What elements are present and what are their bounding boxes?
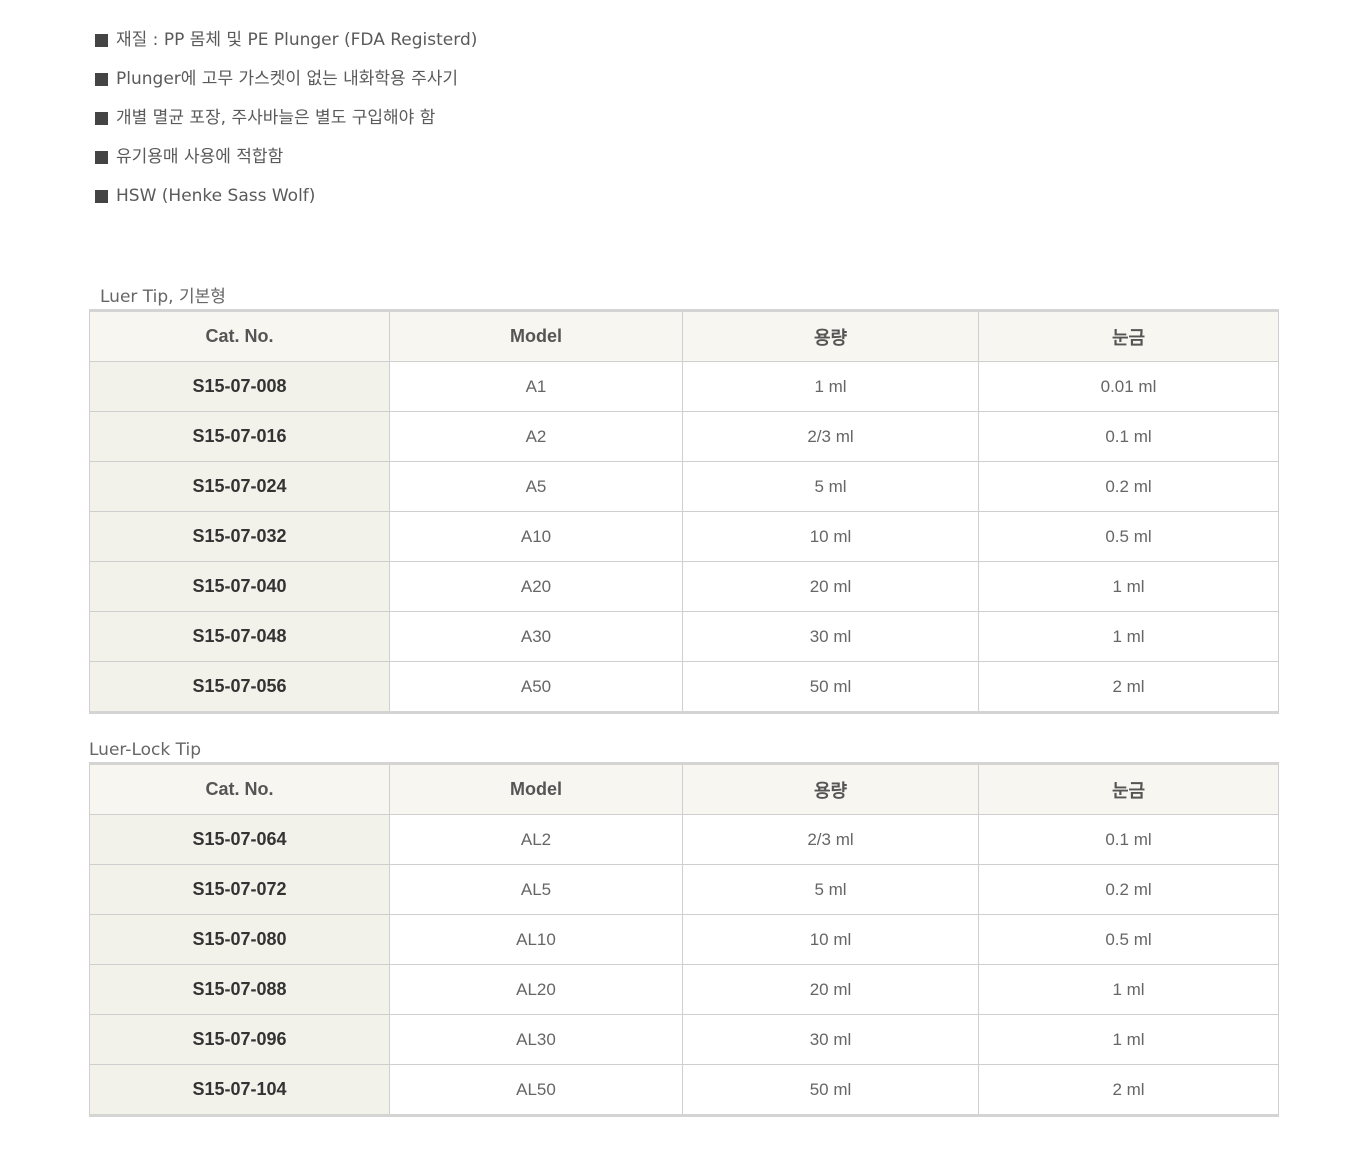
graduation-cell: 2 ml (978, 1064, 1279, 1116)
cat-no-cell: S15-07-080 (89, 914, 390, 965)
graduation-cell: 2 ml (978, 661, 1279, 713)
capacity-cell: 30 ml (682, 1014, 979, 1065)
header-cat-no: Cat. No. (89, 763, 390, 815)
header-model: Model (389, 310, 683, 362)
cat-no-cell: S15-07-096 (89, 1014, 390, 1065)
graduation-cell: 1 ml (978, 611, 1279, 662)
feature-text: HSW (Henke Sass Wolf) (116, 186, 316, 206)
table-row: S15-07-024 A5 5 ml 0.2 ml (89, 461, 1279, 512)
graduation-cell: 1 ml (978, 1014, 1279, 1065)
header-capacity: 용량 (682, 310, 979, 362)
model-cell: A1 (389, 361, 683, 412)
table-row: S15-07-016 A2 2/3 ml 0.1 ml (89, 411, 1279, 462)
graduation-cell: 1 ml (978, 964, 1279, 1015)
table-row: S15-07-040 A20 20 ml 1 ml (89, 561, 1279, 612)
capacity-cell: 5 ml (682, 864, 979, 915)
cat-no-cell: S15-07-016 (89, 411, 390, 462)
luer-tip-table: Cat. No. Model 용량 눈금 S15-07-008 A1 1 ml … (89, 309, 1279, 714)
capacity-cell: 10 ml (682, 511, 979, 562)
capacity-cell: 1 ml (682, 361, 979, 412)
square-bullet-icon (95, 34, 108, 47)
feature-text: Plunger에 고무 가스켓이 없는 내화학용 주사기 (116, 69, 459, 89)
capacity-cell: 50 ml (682, 1064, 979, 1116)
table-row: S15-07-032 A10 10 ml 0.5 ml (89, 511, 1279, 562)
table-row: S15-07-080 AL10 10 ml 0.5 ml (89, 914, 1279, 965)
cat-no-cell: S15-07-008 (89, 361, 390, 412)
graduation-cell: 0.1 ml (978, 814, 1279, 865)
square-bullet-icon (95, 73, 108, 86)
feature-text: 개별 멸균 포장, 주사바늘은 별도 구입해야 함 (116, 108, 436, 128)
capacity-cell: 20 ml (682, 561, 979, 612)
capacity-cell: 30 ml (682, 611, 979, 662)
model-cell: AL2 (389, 814, 683, 865)
model-cell: AL20 (389, 964, 683, 1015)
cat-no-cell: S15-07-072 (89, 864, 390, 915)
table-header-row: Cat. No. Model 용량 눈금 (89, 310, 1279, 362)
table-row: S15-07-048 A30 30 ml 1 ml (89, 611, 1279, 662)
graduation-cell: 0.1 ml (978, 411, 1279, 462)
luer-lock-tip-table: Cat. No. Model 용량 눈금 S15-07-064 AL2 2/3 … (89, 762, 1279, 1117)
graduation-cell: 0.2 ml (978, 461, 1279, 512)
cat-no-cell: S15-07-064 (89, 814, 390, 865)
feature-item: Plunger에 고무 가스켓이 없는 내화학용 주사기 (95, 65, 477, 104)
table-row: S15-07-008 A1 1 ml 0.01 ml (89, 361, 1279, 412)
table-header-row: Cat. No. Model 용량 눈금 (89, 763, 1279, 815)
cat-no-cell: S15-07-088 (89, 964, 390, 1015)
cat-no-cell: S15-07-048 (89, 611, 390, 662)
graduation-cell: 0.01 ml (978, 361, 1279, 412)
cat-no-cell: S15-07-040 (89, 561, 390, 612)
feature-text: 유기용매 사용에 적합함 (116, 147, 284, 167)
table-title-luer-tip: Luer Tip, 기본형 (100, 287, 226, 307)
graduation-cell: 1 ml (978, 561, 1279, 612)
header-graduation: 눈금 (978, 310, 1279, 362)
square-bullet-icon (95, 151, 108, 164)
feature-item: 유기용매 사용에 적합함 (95, 143, 477, 182)
table-row: S15-07-072 AL5 5 ml 0.2 ml (89, 864, 1279, 915)
model-cell: A20 (389, 561, 683, 612)
feature-list: 재질 : PP 몸체 및 PE Plunger (FDA Registerd) … (95, 26, 477, 221)
capacity-cell: 2/3 ml (682, 814, 979, 865)
graduation-cell: 0.5 ml (978, 511, 1279, 562)
feature-text: 재질 : PP 몸체 및 PE Plunger (FDA Registerd) (116, 30, 478, 50)
model-cell: A30 (389, 611, 683, 662)
header-graduation: 눈금 (978, 763, 1279, 815)
capacity-cell: 50 ml (682, 661, 979, 713)
table-row: S15-07-056 A50 50 ml 2 ml (89, 661, 1279, 713)
table-row: S15-07-096 AL30 30 ml 1 ml (89, 1014, 1279, 1065)
graduation-cell: 0.5 ml (978, 914, 1279, 965)
model-cell: A50 (389, 661, 683, 713)
header-capacity: 용량 (682, 763, 979, 815)
feature-item: 재질 : PP 몸체 및 PE Plunger (FDA Registerd) (95, 26, 477, 65)
feature-item: HSW (Henke Sass Wolf) (95, 182, 477, 221)
graduation-cell: 0.2 ml (978, 864, 1279, 915)
model-cell: AL30 (389, 1014, 683, 1065)
model-cell: A5 (389, 461, 683, 512)
cat-no-cell: S15-07-104 (89, 1064, 390, 1116)
table-row: S15-07-088 AL20 20 ml 1 ml (89, 964, 1279, 1015)
model-cell: AL10 (389, 914, 683, 965)
feature-item: 개별 멸균 포장, 주사바늘은 별도 구입해야 함 (95, 104, 477, 143)
table-row: S15-07-064 AL2 2/3 ml 0.1 ml (89, 814, 1279, 865)
model-cell: AL50 (389, 1064, 683, 1116)
model-cell: A2 (389, 411, 683, 462)
table-row: S15-07-104 AL50 50 ml 2 ml (89, 1064, 1279, 1116)
cat-no-cell: S15-07-032 (89, 511, 390, 562)
capacity-cell: 20 ml (682, 964, 979, 1015)
capacity-cell: 10 ml (682, 914, 979, 965)
header-cat-no: Cat. No. (89, 310, 390, 362)
cat-no-cell: S15-07-056 (89, 661, 390, 713)
table-title-luer-lock-tip: Luer-Lock Tip (89, 740, 201, 760)
header-model: Model (389, 763, 683, 815)
square-bullet-icon (95, 112, 108, 125)
model-cell: A10 (389, 511, 683, 562)
capacity-cell: 5 ml (682, 461, 979, 512)
capacity-cell: 2/3 ml (682, 411, 979, 462)
square-bullet-icon (95, 190, 108, 203)
cat-no-cell: S15-07-024 (89, 461, 390, 512)
model-cell: AL5 (389, 864, 683, 915)
